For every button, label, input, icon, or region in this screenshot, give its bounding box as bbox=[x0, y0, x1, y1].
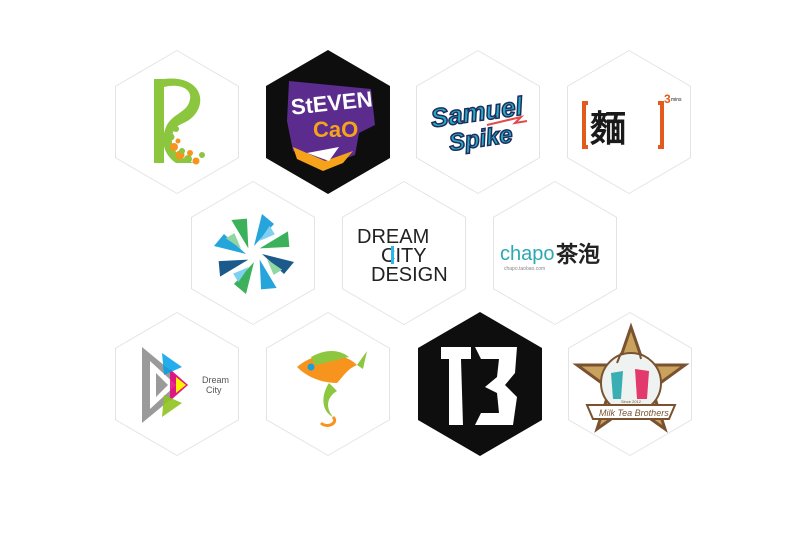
pinwheel-logo bbox=[214, 214, 294, 294]
hex-tile-chapo[interactable]: chapo 茶泡 chapo.taobao.com bbox=[493, 181, 617, 325]
3mins-noodle-logo: 麵 3 mins bbox=[582, 92, 682, 149]
chapo-text: chapo bbox=[500, 243, 555, 265]
dream-text: Dream bbox=[202, 375, 229, 385]
design-line: DESIGN bbox=[371, 264, 448, 286]
since-text: Since 2012 bbox=[621, 399, 642, 404]
dream-city-design-logo: DREAM CITY DESIGN bbox=[357, 226, 448, 286]
hex-tile-fish[interactable] bbox=[266, 312, 390, 456]
hex-tile-r-leaf[interactable] bbox=[115, 50, 239, 194]
three-text: 3 bbox=[664, 92, 671, 106]
dream-city-triangles-logo: Dream City bbox=[142, 347, 229, 423]
city-text: City bbox=[206, 385, 222, 395]
hex-tile-3mins-noodle[interactable]: 麵 3 mins bbox=[567, 50, 691, 194]
hex-tile-pinwheel[interactable] bbox=[191, 181, 315, 325]
mins-text: mins bbox=[671, 97, 682, 103]
hex-tile-samuel-spike[interactable]: Samuel Spike bbox=[416, 50, 540, 194]
samuel-spike-logo: Samuel Spike bbox=[428, 90, 528, 158]
r-leaf-logo bbox=[154, 78, 205, 165]
hex-tile-steven-cao[interactable]: StEVEN CaO bbox=[266, 50, 390, 194]
hex-tile-dream-city-design[interactable]: DREAM CITY DESIGN bbox=[342, 181, 466, 325]
banner-text: Milk Tea Brothers bbox=[599, 408, 669, 418]
hex-tile-dream-city-triangles[interactable]: Dream City bbox=[115, 312, 239, 456]
chapo-glyph: 茶泡 bbox=[556, 242, 600, 267]
chapo-logo: chapo 茶泡 chapo.taobao.com bbox=[500, 242, 600, 272]
noodle-glyph: 麵 bbox=[590, 108, 626, 149]
hex-tile-13[interactable] bbox=[418, 312, 542, 456]
monogram-13-logo bbox=[441, 347, 517, 425]
chapo-url: chapo.taobao.com bbox=[504, 266, 545, 272]
cao-text: CaO bbox=[313, 117, 358, 142]
hex-tile-milk-tea-brothers[interactable]: Since 2012 Milk Tea Brothers bbox=[568, 312, 692, 456]
fish-logo bbox=[297, 351, 367, 427]
steven-cao-logo: StEVEN CaO bbox=[287, 81, 375, 171]
milk-tea-brothers-logo: Since 2012 Milk Tea Brothers bbox=[572, 322, 690, 433]
